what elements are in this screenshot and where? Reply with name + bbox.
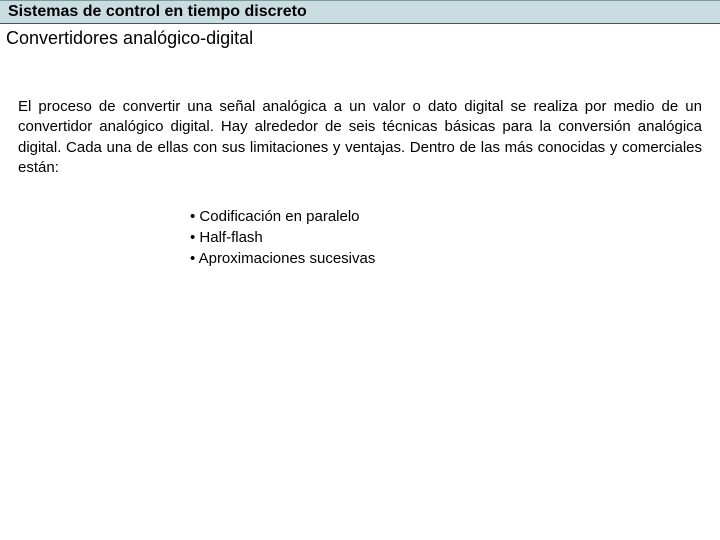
slide-header: Sistemas de control en tiempo discreto [0,0,720,24]
list-item-label: Codificación en paralelo [199,208,359,225]
slide-header-title: Sistemas de control en tiempo discreto [8,3,307,20]
list-item: Aproximaciones sucesivas [190,248,720,269]
slide-body-paragraph: El proceso de convertir una señal analóg… [0,49,720,178]
list-item: Codificación en paralelo [190,206,720,227]
slide-subtitle: Convertidores analógico-digital [0,24,720,49]
list-item: Half-flash [190,227,720,248]
bullet-list: Codificación en paralelo Half-flash Apro… [0,206,720,269]
list-item-label: Aproximaciones sucesivas [199,250,376,267]
list-item-label: Half-flash [199,229,262,246]
